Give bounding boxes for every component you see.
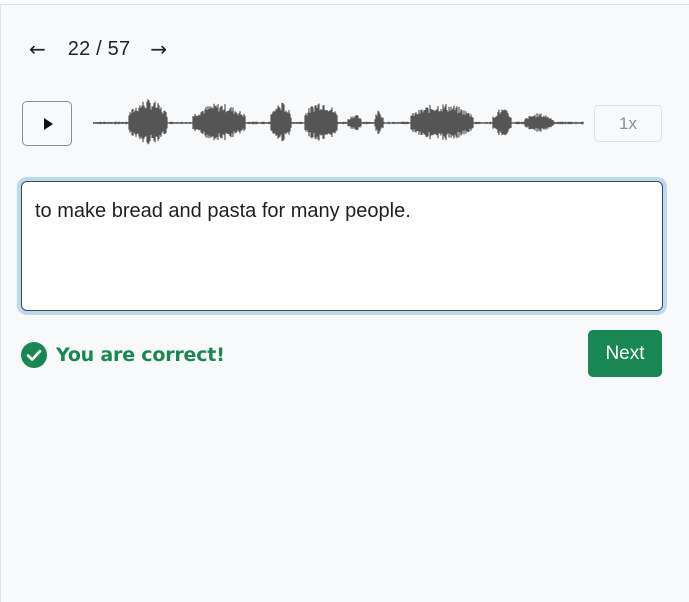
check-circle-icon xyxy=(21,342,47,368)
audio-waveform[interactable] xyxy=(93,97,585,149)
arrow-right-icon[interactable]: → xyxy=(150,39,167,59)
next-button[interactable]: Next xyxy=(588,330,662,377)
arrow-left-icon[interactable]: ← xyxy=(29,39,46,59)
audio-player: 1x xyxy=(22,97,662,149)
result-feedback: You are correct! xyxy=(21,341,225,369)
result-message: You are correct! xyxy=(56,344,225,366)
pagination-nav: ← 22 / 57 → xyxy=(29,33,167,65)
playback-speed-button[interactable]: 1x xyxy=(594,105,662,142)
exercise-panel: ← 22 / 57 → 1x to make bread and pasta f… xyxy=(0,4,689,602)
play-button[interactable] xyxy=(22,101,72,146)
play-icon xyxy=(44,117,53,130)
page-counter: 22 / 57 xyxy=(67,37,131,60)
waveform-path xyxy=(93,99,584,145)
answer-textarea[interactable]: to make bread and pasta for many people. xyxy=(21,181,663,311)
